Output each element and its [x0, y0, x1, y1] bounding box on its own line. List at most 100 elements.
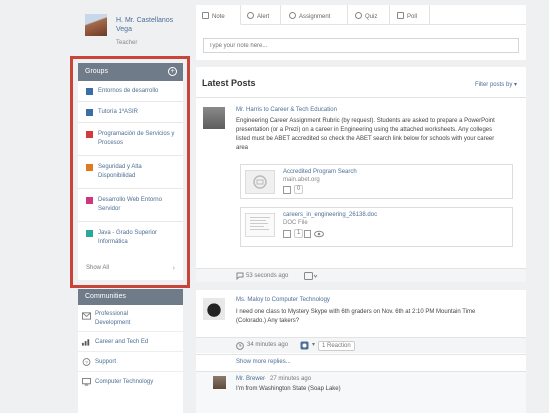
- link-thumbnail: [245, 170, 275, 194]
- quiz-icon: [355, 12, 362, 19]
- reply-author[interactable]: Mr. Brewer: [236, 376, 265, 382]
- link-attachment[interactable]: Accredited Program Search main.abet.org …: [240, 164, 513, 199]
- post-body-line: area: [236, 145, 249, 151]
- post-author[interactable]: Ms. Maloy to Computer Technology: [236, 297, 330, 303]
- chevron-down-icon[interactable]: ▾: [312, 341, 315, 348]
- group-label: Desarrollo Web Entorno: [98, 197, 162, 203]
- post-timestamp: 53 seconds ago: [246, 273, 289, 279]
- group-color-swatch: [86, 230, 93, 237]
- community-label: Career and Tech Ed: [95, 339, 149, 345]
- reply-timestamp: 27 minutes ago: [270, 376, 312, 382]
- community-label: Computer Technology: [95, 379, 154, 385]
- reaction-icon[interactable]: [300, 341, 310, 350]
- note-icon: [202, 12, 209, 19]
- bar-chart-icon: [82, 339, 90, 346]
- group-color-swatch: [86, 131, 93, 138]
- assignment-icon: [289, 12, 296, 19]
- alert-icon: [247, 12, 254, 19]
- show-more-replies-link[interactable]: Show more replies...: [196, 354, 526, 370]
- reply-icon[interactable]: [236, 272, 244, 280]
- group-item[interactable]: Programación de Servicios y Procesos: [78, 123, 183, 156]
- filter-posts-dropdown[interactable]: Filter posts by ▾: [475, 81, 517, 88]
- post-footer: 34 minutes ago ▾ 1 Reaction: [196, 337, 526, 353]
- group-color-swatch: [86, 197, 93, 204]
- file-name[interactable]: careers_in_engineering_26138.doc: [283, 212, 377, 218]
- link-title[interactable]: Accredited Program Search: [283, 169, 357, 175]
- group-label: Tutoría 1ºASIR: [98, 109, 138, 115]
- group-label: Programación de Servicios y: [98, 131, 175, 137]
- avatar[interactable]: [213, 376, 226, 389]
- download-icon[interactable]: [304, 230, 311, 238]
- community-item[interactable]: ? Support: [78, 352, 183, 372]
- post-body-line: I need one class to Mystery Skype with 6…: [236, 309, 476, 315]
- chevron-right-icon[interactable]: ›: [173, 265, 175, 272]
- reaction-count[interactable]: 1 Reaction: [318, 341, 355, 351]
- community-item[interactable]: Professional Development: [78, 305, 183, 332]
- group-label: Java - Grado Superior: [98, 230, 158, 236]
- file-thumbnail: [245, 213, 275, 237]
- post-timestamp: 34 minutes ago: [247, 342, 289, 348]
- post-body-line: Engineering Career Assignment Rubric (by…: [236, 118, 495, 124]
- latest-posts-title: Latest Posts: [202, 78, 256, 88]
- community-item[interactable]: Computer Technology: [78, 372, 183, 392]
- post-card: Ms. Maloy to Computer Technology I need …: [196, 290, 526, 413]
- group-item[interactable]: Java - Grado Superior Informática: [78, 222, 183, 255]
- community-item[interactable]: Career and Tech Ed: [78, 332, 183, 352]
- tab-label: Assignment: [299, 14, 331, 20]
- reply-item: Mr. Brewer · 27 minutes ago I'm from Was…: [196, 371, 526, 413]
- reply-body: I'm from Washington State (Soap Lake): [236, 386, 341, 392]
- profile-name-line2[interactable]: Vega: [116, 25, 173, 34]
- group-label: Entornos de desarrollo: [98, 88, 159, 94]
- link-count: 0: [294, 185, 304, 194]
- groups-header: Groups +: [78, 63, 183, 81]
- communities-panel: Professional Development Career and Tech…: [78, 305, 183, 413]
- post-footer: 53 seconds ago: [196, 268, 526, 282]
- add-group-icon[interactable]: +: [168, 67, 177, 76]
- more-options-icon[interactable]: [304, 272, 318, 280]
- group-color-swatch: [86, 109, 93, 116]
- group-item[interactable]: Seguridad y Alta Disponibilidad: [78, 156, 183, 189]
- file-count: 1: [294, 229, 304, 238]
- group-color-swatch: [86, 164, 93, 171]
- tab-assignment[interactable]: Assignment: [281, 5, 348, 25]
- tab-note[interactable]: Note: [196, 5, 241, 25]
- group-item[interactable]: Desarrollo Web Entorno Servidor: [78, 189, 183, 222]
- tab-label: Poll: [407, 14, 418, 20]
- avatar[interactable]: [85, 14, 107, 36]
- groups-title: Groups: [85, 68, 108, 75]
- group-item[interactable]: Entornos de desarrollo: [78, 81, 183, 102]
- envelope-icon: [82, 312, 91, 320]
- avatar[interactable]: [203, 107, 225, 129]
- community-label: Support: [95, 359, 117, 365]
- profile-role: Teacher: [116, 40, 138, 46]
- reply-dot: ·: [264, 376, 266, 382]
- post-body: I need one class to Mystery Skype with 6…: [236, 308, 521, 326]
- eye-icon[interactable]: [314, 230, 324, 238]
- post-composer: Note Alert Assignment Quiz Poll: [196, 5, 526, 60]
- tab-quiz[interactable]: Quiz: [348, 5, 390, 25]
- tab-poll[interactable]: Poll: [390, 5, 430, 25]
- divider: [196, 97, 526, 98]
- monitor-icon: [82, 378, 91, 386]
- note-input[interactable]: [203, 38, 519, 53]
- group-label: Seguridad y Alta: [98, 164, 142, 170]
- show-all-groups-link[interactable]: Show All: [86, 265, 109, 271]
- post-body-line: listed must be ABET accredited so check …: [236, 136, 495, 142]
- post-author[interactable]: Mr. Harris to Career & Tech Education: [236, 107, 337, 113]
- profile-name-line1[interactable]: H. Mr. Castellanos: [116, 16, 173, 25]
- profile-name[interactable]: H. Mr. Castellanos Vega: [116, 16, 173, 34]
- tab-label: Note: [212, 14, 225, 20]
- book-icon[interactable]: [283, 230, 291, 238]
- group-label-line2: Servidor: [98, 206, 121, 212]
- tab-alert[interactable]: Alert: [241, 5, 281, 25]
- file-attachment[interactable]: careers_in_engineering_26138.doc DOC Fil…: [240, 207, 513, 247]
- avatar[interactable]: [203, 298, 225, 320]
- book-icon[interactable]: [283, 186, 291, 194]
- group-label-line2: Procesos: [98, 140, 124, 146]
- post-body: Engineering Career Assignment Rubric (by…: [236, 117, 521, 153]
- group-item[interactable]: Tutoría 1ºASIR: [78, 102, 183, 123]
- link-url: main.abet.org: [283, 177, 320, 183]
- communities-header: Communities: [78, 289, 183, 305]
- help-icon: ?: [82, 358, 91, 366]
- composer-tabs: Note Alert Assignment Quiz Poll: [196, 5, 526, 25]
